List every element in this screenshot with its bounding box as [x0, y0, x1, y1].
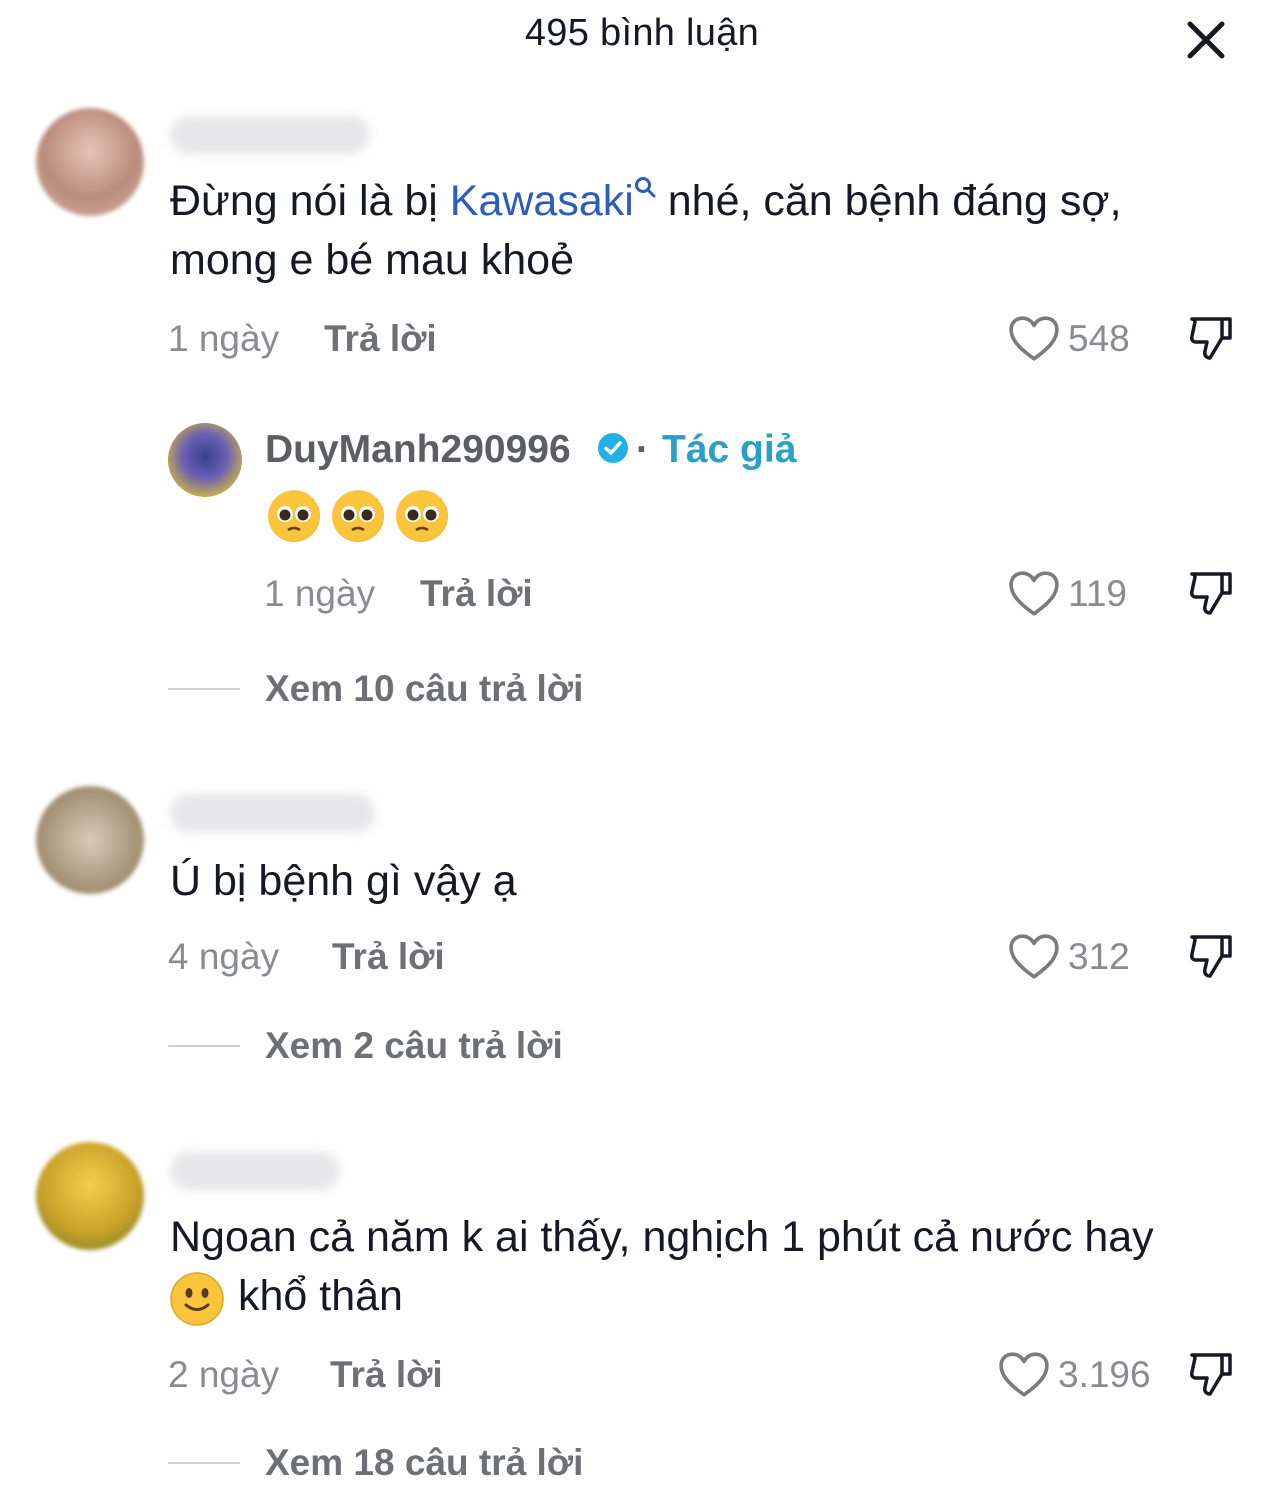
author-badge: Tác giả	[662, 428, 797, 471]
pleading-face-emoji	[332, 490, 384, 542]
author-username[interactable]: DuyManh290996	[265, 428, 571, 472]
dislike-icon[interactable]	[1188, 932, 1234, 980]
view-replies-button[interactable]: Xem 2 câu trả lời	[265, 1025, 563, 1067]
dislike-icon[interactable]	[1188, 569, 1234, 617]
reply-button[interactable]: Trả lời	[332, 936, 445, 978]
keyword-link[interactable]: Kawasaki	[450, 177, 634, 225]
reply-button[interactable]: Trả lời	[420, 573, 533, 615]
page-title: 495 bình luận	[524, 12, 760, 54]
like-count: 312	[1068, 936, 1130, 977]
avatar[interactable]	[36, 1142, 144, 1250]
comment-text: Đừng nói là bị Kawasaki nhé, căn bệnh đá…	[170, 176, 1122, 284]
reply-button[interactable]: Trả lời	[324, 318, 437, 360]
slightly-smiling-face-emoji	[170, 1271, 224, 1326]
like-count: 3.196	[1058, 1354, 1151, 1395]
separator-dot: ·	[636, 428, 649, 471]
comment-time: 2 ngày	[168, 1354, 280, 1395]
verified-icon	[598, 433, 628, 463]
comment-text: Ú bị bệnh gì vậy ạ	[170, 857, 517, 905]
view-replies-divider	[168, 688, 240, 690]
like-count: 119	[1068, 573, 1127, 614]
heart-icon[interactable]	[1008, 315, 1060, 363]
dislike-icon[interactable]	[1188, 1350, 1234, 1398]
like-count: 548	[1068, 318, 1130, 359]
avatar[interactable]	[36, 108, 144, 216]
close-icon[interactable]	[1184, 18, 1228, 62]
username-blurred[interactable]	[170, 1152, 340, 1190]
comment-text: Ngoan cả năm k ai thấy, nghịch 1 phút cả…	[170, 1208, 1260, 1326]
pleading-face-emoji	[396, 490, 448, 542]
comment-time: 4 ngày	[168, 936, 280, 977]
reply-button[interactable]: Trả lời	[330, 1354, 443, 1396]
dislike-icon[interactable]	[1188, 314, 1234, 362]
avatar[interactable]	[36, 786, 144, 894]
view-replies-divider	[168, 1045, 240, 1047]
heart-icon[interactable]	[1008, 570, 1060, 618]
reply-time: 1 ngày	[264, 573, 376, 614]
username-blurred[interactable]	[170, 794, 375, 832]
heart-icon[interactable]	[998, 1351, 1050, 1399]
view-replies-divider	[168, 1462, 240, 1464]
username-blurred[interactable]	[170, 116, 370, 154]
pleading-face-emoji	[268, 490, 320, 542]
reply-emojis	[268, 490, 468, 542]
view-replies-button[interactable]: Xem 10 câu trả lời	[265, 668, 583, 710]
search-icon[interactable]	[634, 176, 656, 202]
author-avatar[interactable]	[168, 423, 242, 497]
comment-time: 1 ngày	[168, 318, 280, 359]
heart-icon[interactable]	[1008, 933, 1060, 981]
view-replies-button[interactable]: Xem 18 câu trả lời	[265, 1442, 583, 1484]
